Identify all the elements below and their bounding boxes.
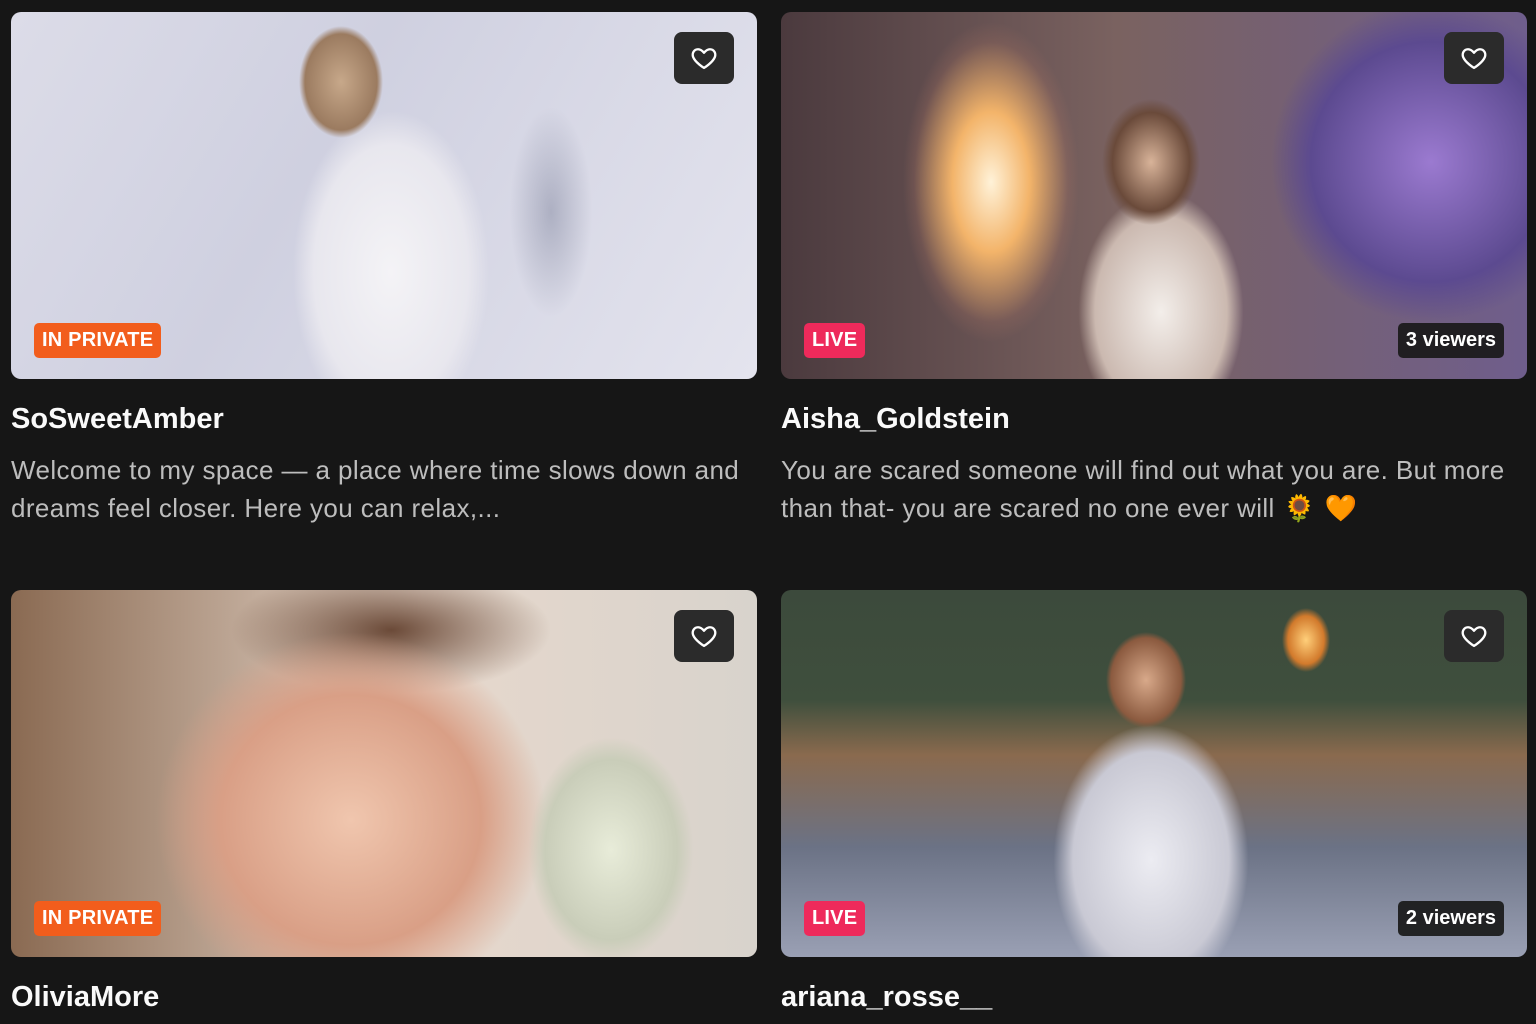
favorite-button[interactable]: [1444, 610, 1504, 662]
model-description: Welcome to my space — a place where time…: [11, 455, 740, 523]
status-badge: IN PRIVATE: [34, 901, 162, 936]
model-card[interactable]: IN PRIVATE OliviaMore: [11, 590, 757, 1013]
description-emoji: 🌻 🧡: [1274, 494, 1358, 524]
model-description: You are scared someone will find out wha…: [781, 455, 1505, 524]
favorite-button[interactable]: [1444, 32, 1504, 84]
favorite-button[interactable]: [674, 610, 734, 662]
favorite-button[interactable]: [674, 32, 734, 84]
model-name[interactable]: ariana_rosse__: [781, 981, 1527, 1013]
viewer-count: 2 viewers: [1397, 901, 1504, 936]
status-badge: IN PRIVATE: [34, 323, 162, 358]
stream-thumbnail[interactable]: LIVE 3 viewers: [781, 12, 1527, 379]
model-name[interactable]: OliviaMore: [11, 981, 757, 1013]
heart-outline-icon: [1461, 48, 1487, 70]
model-name[interactable]: SoSweetAmber: [11, 403, 757, 435]
stream-thumbnail[interactable]: IN PRIVATE: [11, 590, 757, 957]
heart-outline-icon: [691, 626, 717, 648]
stream-thumbnail[interactable]: IN PRIVATE: [11, 12, 757, 379]
viewer-count: 3 viewers: [1397, 323, 1504, 358]
model-card[interactable]: IN PRIVATE SoSweetAmber Welcome to my sp…: [11, 12, 757, 527]
model-card[interactable]: LIVE 2 viewers ariana_rosse__: [781, 590, 1527, 1013]
status-badge: LIVE: [804, 323, 866, 358]
status-badge: LIVE: [804, 901, 866, 936]
model-name[interactable]: Aisha_Goldstein: [781, 403, 1527, 435]
model-card[interactable]: LIVE 3 viewers Aisha_Goldstein You are s…: [781, 12, 1527, 527]
stream-thumbnail[interactable]: LIVE 2 viewers: [781, 590, 1527, 957]
heart-outline-icon: [691, 48, 717, 70]
heart-outline-icon: [1461, 626, 1487, 648]
